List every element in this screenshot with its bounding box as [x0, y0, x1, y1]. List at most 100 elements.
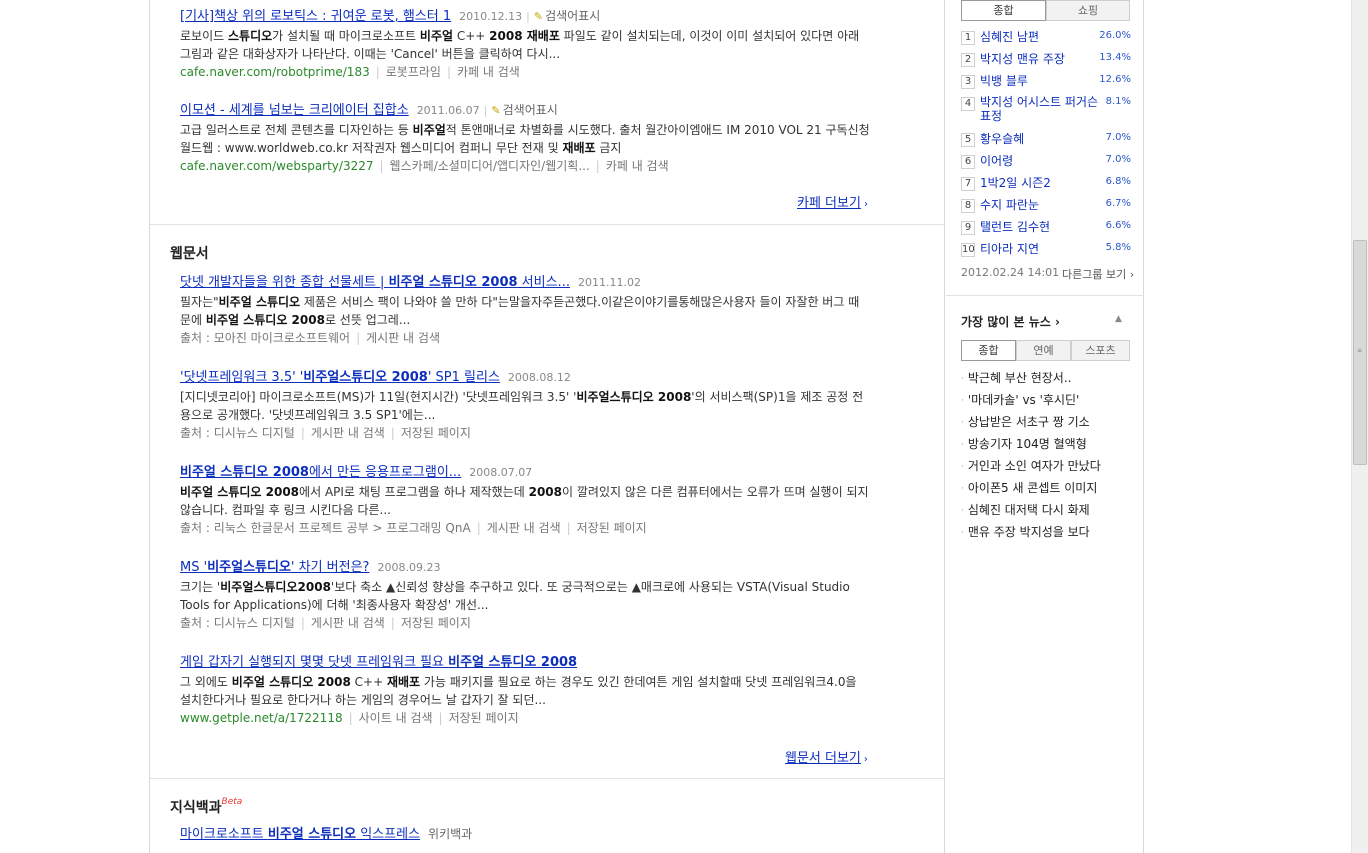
result-source[interactable]: 로봇프라임: [386, 65, 441, 79]
tab-shopping[interactable]: 쇼핑: [1046, 0, 1130, 21]
rank-item[interactable]: 8 수지 파란눈 6.7%: [961, 197, 1131, 219]
result-description: 그 외에도 비주얼 스튜디오 2008 C++ 재배포 가능 패키지를 필요로 …: [180, 675, 857, 707]
news-item[interactable]: · 상납받은 서초구 짱 기소: [961, 413, 1136, 435]
webdoc-result-title[interactable]: 게임 갑자기 실행되지 몇몇 닷넷 프레임워크 필요 비주얼 스튜디오 2008: [180, 655, 577, 670]
encyclopedia-result-title[interactable]: 마이크로소프트 비주얼 스튜디오 익스프레스: [180, 827, 420, 842]
news-item[interactable]: · 방송기자 104명 혈액형: [961, 435, 1136, 457]
vertical-scrollbar[interactable]: ≡: [1351, 0, 1368, 853]
encyclopedia-section-heading: 지식백과Beta: [170, 797, 243, 816]
rank-item[interactable]: 3 빅뱅 블루 12.6%: [961, 73, 1131, 95]
chevron-right-icon: ›: [863, 754, 868, 765]
board-search-link[interactable]: 게시판 내 검색: [311, 616, 385, 630]
result-date: 2008.08.12: [507, 371, 571, 384]
result-url[interactable]: cafe.naver.com/robotprime/183: [180, 65, 370, 79]
cafe-result-title[interactable]: 이모션 - 세계를 넘보는 크리에이터 집합소: [180, 103, 409, 118]
result-source: 출처 : 리눅스 한글문서 프로젝트 공부 > 프로그래밍 QnA: [180, 521, 471, 535]
board-search-link[interactable]: 게시판 내 검색: [366, 331, 440, 345]
webdoc-result-title[interactable]: 닷넷 개발자들을 위한 종합 선물세트 | 비주얼 스튜디오 2008 서비스.…: [180, 275, 570, 290]
result-source: 출처 : 디시뉴스 디지털: [180, 426, 295, 440]
rank-item[interactable]: 6 이어령 7.0%: [961, 153, 1131, 175]
beta-badge: Beta: [221, 797, 243, 807]
collapse-arrow-icon[interactable]: ▲: [1115, 314, 1122, 324]
news-item[interactable]: · '마데카솔' vs '후시딘': [961, 391, 1136, 413]
tab-general[interactable]: 종합: [961, 0, 1046, 21]
result-date: 2008.07.07: [469, 466, 533, 479]
result-source: 출처 : 모아진 마이크로소프트웨어: [180, 331, 351, 345]
encyclopedia-result: 마이크로소프트 비주얼 스튜디오 익스프레스 위키백과: [180, 826, 880, 843]
site-search-link[interactable]: 사이트 내 검색: [359, 711, 433, 725]
news-tabs: 종합 연예 스포츠: [961, 340, 1130, 361]
webdoc-result: '닷넷프레임워크 3.5' '비주얼스튜디오 2008' SP1 릴리스 2008…: [180, 369, 880, 442]
news-item[interactable]: · 아이폰5 새 콘셉트 이미지: [961, 479, 1136, 501]
rank-timestamp: 2012.02.24 14:01: [961, 266, 1060, 279]
news-list: · 박근혜 부산 현장서.. · '마데카솔' vs '후시딘' · 상납받은 서초구…: [961, 369, 1136, 545]
tab-news-general[interactable]: 종합: [961, 340, 1016, 361]
rank-item[interactable]: 5 황우슬혜 7.0%: [961, 131, 1131, 153]
news-item[interactable]: · 심혜진 대저택 다시 화제: [961, 501, 1136, 523]
webdoc-result: MS '비주얼스튜디오' 차기 버전은? 2008.09.23 크기는 '비주얼스…: [180, 559, 880, 632]
result-source[interactable]: 웹스카페/소셜미디어/앱디자인/웹기획...: [390, 159, 590, 173]
cached-page-link[interactable]: 저장된 페이지: [401, 616, 471, 630]
result-date: 2011.11.02: [577, 276, 641, 289]
board-search-link[interactable]: 게시판 내 검색: [311, 426, 385, 440]
chevron-right-icon: ›: [1050, 315, 1060, 329]
rank-tabs: 종합 쇼핑: [961, 0, 1130, 21]
result-date: 2010.12.13: [459, 10, 523, 23]
news-item[interactable]: · 거인과 소인 여자가 만났다: [961, 457, 1136, 479]
rank-item[interactable]: 7 1박2일 시즌2 6.8%: [961, 175, 1131, 197]
webdocs-section-heading: 웹문서: [170, 246, 209, 262]
scrollbar-thumb[interactable]: ≡: [1353, 240, 1367, 465]
most-viewed-news-heading[interactable]: 가장 많이 본 뉴스 ›: [961, 313, 1060, 330]
rank-item[interactable]: 10 티아라 지연 5.8%: [961, 241, 1131, 263]
result-source: 위키백과: [428, 827, 473, 841]
result-description: [지디넷코리아] 마이크로소프트(MS)가 11일(현지시간) '닷넷프레임워크…: [180, 390, 864, 422]
keyword-highlight-toggle[interactable]: 검색어표시: [545, 9, 600, 23]
result-description: 비주얼 스튜디오 2008에서 API로 채팅 프로그램을 하나 제작했는데 2…: [180, 485, 869, 517]
rank-item[interactable]: 4 박지성 어시스트 퍼거슨 표정 8.1%: [961, 95, 1131, 131]
rank-item[interactable]: 9 탤런트 김수현 6.6%: [961, 219, 1131, 241]
result-date: 2011.06.07: [416, 104, 480, 117]
result-description: 크기는 '비주얼스튜디오2008'보다 축소 ▲신뢰성 향상을 추구하고 있다.…: [180, 580, 850, 612]
chevron-right-icon: ›: [863, 199, 868, 210]
webdoc-result: 게임 갑자기 실행되지 몇몇 닷넷 프레임워크 필요 비주얼 스튜디오 2008…: [180, 654, 880, 727]
tab-news-entertainment[interactable]: 연예: [1016, 340, 1071, 361]
cafe-more-link[interactable]: 카페 더보기 ›: [797, 192, 868, 211]
news-item[interactable]: · 맨유 주장 박지성을 보다: [961, 523, 1136, 545]
cafe-result-title[interactable]: [기사]책상 위의 로보틱스 : 귀여운 로봇, 햄스터 1: [180, 9, 451, 24]
inner-search-link[interactable]: 카페 내 검색: [606, 159, 669, 173]
chevron-right-icon: ›: [1126, 268, 1135, 281]
inner-search-link[interactable]: 카페 내 검색: [457, 65, 520, 79]
webdocs-more-link[interactable]: 웹문서 더보기 ›: [785, 747, 868, 766]
webdoc-result-title[interactable]: '닷넷프레임워크 3.5' '비주얼스튜디오 2008' SP1 릴리스: [180, 370, 500, 385]
webdoc-result-title[interactable]: 비주얼 스튜디오 2008에서 만든 응용프로그램이...: [180, 465, 461, 480]
section-divider: [150, 778, 945, 779]
section-divider: [150, 224, 945, 225]
board-search-link[interactable]: 게시판 내 검색: [487, 521, 561, 535]
news-item[interactable]: · 박근혜 부산 현장서..: [961, 369, 1136, 391]
result-url[interactable]: www.getple.net/a/1722118: [180, 711, 343, 725]
cafe-result: [기사]책상 위의 로보틱스 : 귀여운 로봇, 햄스터 1 2010.12.13…: [180, 8, 880, 81]
keyword-highlight-toggle[interactable]: 검색어표시: [503, 103, 558, 117]
pencil-icon: ✎: [533, 10, 544, 23]
rank-item[interactable]: 1 심혜진 남편 26.0%: [961, 29, 1131, 51]
grip-icon: ≡: [1357, 347, 1363, 354]
cached-page-link[interactable]: 저장된 페이지: [401, 426, 471, 440]
result-source: 출처 : 디시뉴스 디지털: [180, 616, 295, 630]
webdoc-result: 닷넷 개발자들을 위한 종합 선물세트 | 비주얼 스튜디오 2008 서비스.…: [180, 274, 880, 347]
webdoc-result-title[interactable]: MS '비주얼스튜디오' 차기 버전은?: [180, 560, 369, 575]
result-description: 필자는"비주얼 스튜디오 제품은 서비스 팩이 나와야 쓸 만하 다"는말을자주…: [180, 295, 860, 327]
result-url[interactable]: cafe.naver.com/websparty/3227: [180, 159, 374, 173]
result-description: 로보이드 스튜디오가 설치될 때 마이크로소프트 비주얼 C++ 2008 재배…: [180, 29, 860, 61]
cafe-result: 이모션 - 세계를 넘보는 크리에이터 집합소 2011.06.07 | ✎ 검색어표시…: [180, 103, 870, 173]
rank-list: 1 심혜진 남편 26.0% 2 박지성 맨유 주장 13.4% 3 빅뱅 블루 12.6%…: [961, 29, 1131, 263]
cached-page-link[interactable]: 저장된 페이지: [577, 521, 647, 535]
other-groups-link[interactable]: 다른그룹 보기 ›: [1062, 266, 1134, 282]
cached-page-link[interactable]: 저장된 페이지: [449, 711, 519, 725]
result-description: 고급 일러스트로 전체 콘텐츠를 디자인하는 등 비주얼적 톤앤매너로 차별화를…: [180, 123, 870, 155]
webdoc-result: 비주얼 스튜디오 2008에서 만든 응용프로그램이... 2008.07.07 …: [180, 465, 869, 535]
rank-item[interactable]: 2 박지성 맨유 주장 13.4%: [961, 51, 1131, 73]
pencil-icon: ✎: [491, 104, 501, 117]
side-divider: [946, 295, 1144, 296]
result-date: 2008.09.23: [377, 561, 441, 574]
tab-news-sports[interactable]: 스포츠: [1071, 340, 1130, 361]
